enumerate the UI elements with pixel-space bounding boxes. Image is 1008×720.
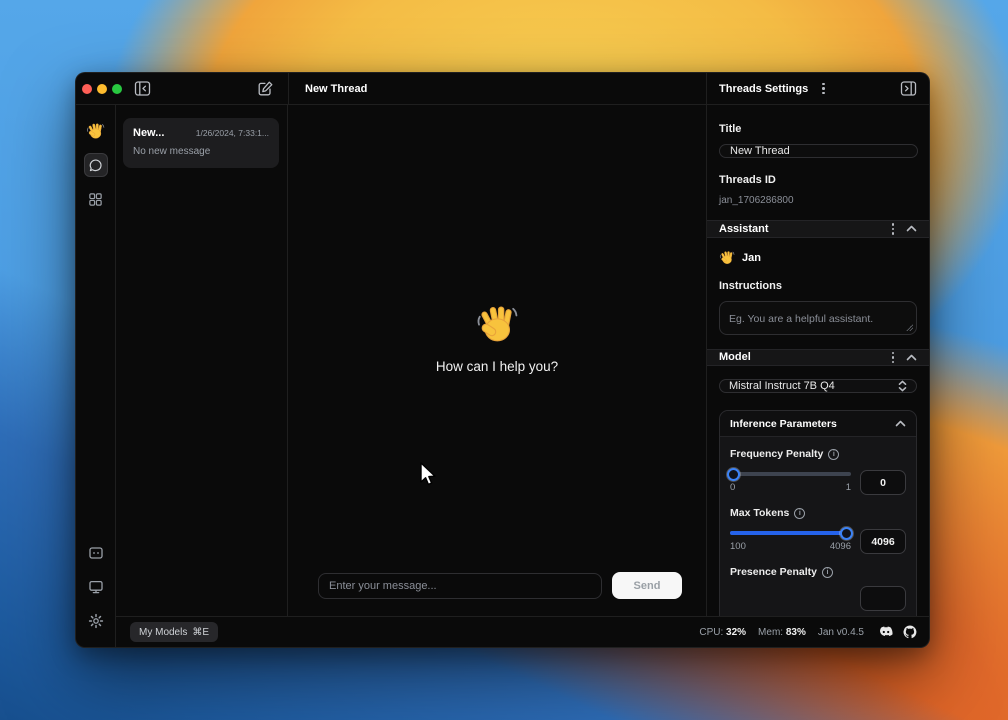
select-chevrons-icon: [898, 380, 907, 392]
send-button[interactable]: Send: [612, 572, 682, 599]
inference-parameters-card: Inference Parameters Frequency Penalty i: [719, 410, 917, 616]
left-ribbon: [76, 105, 116, 647]
chat-area: How can I help you? Send: [288, 105, 706, 616]
hub-grid-icon[interactable]: [84, 187, 108, 211]
assistant-menu-icon[interactable]: [888, 221, 899, 237]
frequency-penalty-param: Frequency Penalty i 0: [730, 448, 906, 495]
close-window-button[interactable]: [82, 84, 92, 94]
assistant-wave-icon: [719, 250, 735, 266]
cpu-stat: CPU: 32%: [699, 627, 746, 638]
max-tokens-param: Max Tokens i 100: [730, 507, 906, 554]
greeting-text: How can I help you?: [436, 359, 558, 374]
inference-parameters-header[interactable]: Inference Parameters: [720, 411, 916, 437]
thread-item-preview: No new message: [133, 146, 269, 157]
collapse-right-panel-icon[interactable]: [900, 80, 917, 97]
wave-emoji: [475, 303, 519, 347]
model-menu-icon[interactable]: [888, 350, 899, 366]
system-monitor-icon[interactable]: [84, 575, 108, 599]
instructions-label: Instructions: [719, 280, 917, 292]
instructions-placeholder: Eg. You are a helpful assistant.: [729, 313, 873, 325]
threads-settings-menu-icon[interactable]: [818, 81, 829, 97]
chevron-up-icon[interactable]: [906, 225, 917, 232]
slider-knob[interactable]: [840, 527, 853, 540]
max-tokens-value[interactable]: 4096: [860, 529, 906, 554]
title-label: Title: [719, 123, 917, 135]
threads-id-value: jan_1706286800: [719, 195, 917, 206]
local-api-server-icon[interactable]: [84, 541, 108, 565]
max-tokens-slider[interactable]: [730, 531, 851, 535]
mem-stat: Mem: 83%: [758, 627, 806, 638]
info-icon[interactable]: i: [794, 508, 805, 519]
frequency-penalty-slider[interactable]: [730, 472, 851, 476]
settings-gear-icon[interactable]: [84, 609, 108, 633]
assistant-name: Jan: [742, 252, 761, 264]
settings-header-title: Threads Settings: [719, 83, 808, 95]
settings-header: Threads Settings: [706, 73, 929, 104]
chat-header-title: New Thread: [305, 83, 367, 95]
presence-penalty-param: Presence Penalty i: [730, 566, 906, 611]
model-section-header[interactable]: Model: [707, 349, 929, 367]
resize-grip[interactable]: [906, 324, 913, 331]
assistant-identity: Jan: [719, 250, 917, 266]
thread-list-item[interactable]: New... 1/26/2024, 7:33:1... No new messa…: [123, 118, 279, 168]
chat-header: New Thread: [288, 73, 706, 104]
threads-nav-chat-icon[interactable]: [84, 153, 108, 177]
jan-app-window: New Thread Threads Settings: [75, 72, 930, 648]
app-version: Jan v0.4.5: [818, 627, 864, 638]
thread-item-date: 1/26/2024, 7:33:1...: [196, 128, 269, 138]
thread-item-title: New...: [133, 127, 164, 139]
frequency-penalty-value[interactable]: 0: [860, 470, 906, 495]
chevron-up-icon[interactable]: [895, 420, 906, 427]
new-thread-compose-icon[interactable]: [257, 80, 274, 97]
discord-icon[interactable]: [878, 626, 894, 639]
titlebar: New Thread Threads Settings: [76, 73, 929, 105]
zoom-window-button[interactable]: [112, 84, 122, 94]
info-icon[interactable]: i: [828, 449, 839, 460]
info-icon[interactable]: i: [822, 567, 833, 578]
chevron-up-icon[interactable]: [906, 354, 917, 361]
traffic-lights: [82, 84, 122, 94]
my-models-shortcut: ⌘E: [192, 627, 209, 638]
instructions-textarea[interactable]: Eg. You are a helpful assistant.: [719, 301, 917, 335]
presence-penalty-value[interactable]: [860, 586, 906, 611]
threads-id-label: Threads ID: [719, 174, 917, 186]
titlebar-left: [76, 73, 288, 104]
thread-list: New... 1/26/2024, 7:33:1... No new messa…: [116, 105, 288, 616]
message-input[interactable]: [318, 573, 602, 599]
collapse-left-panel-icon[interactable]: [134, 80, 151, 97]
assistant-section-header[interactable]: Assistant: [707, 220, 929, 238]
my-models-button[interactable]: My Models ⌘E: [130, 622, 218, 642]
minimize-window-button[interactable]: [97, 84, 107, 94]
thread-title-input[interactable]: [719, 144, 918, 158]
status-bar: My Models ⌘E CPU: 32% Mem: 83% Jan v0.4.…: [116, 616, 929, 647]
jan-logo-wave-icon: [84, 119, 108, 143]
slider-knob[interactable]: [727, 468, 740, 481]
model-select[interactable]: Mistral Instruct 7B Q4: [719, 379, 917, 393]
github-icon[interactable]: [903, 625, 917, 639]
threads-settings-panel: Title Threads ID jan_1706286800 Assistan…: [706, 105, 929, 616]
